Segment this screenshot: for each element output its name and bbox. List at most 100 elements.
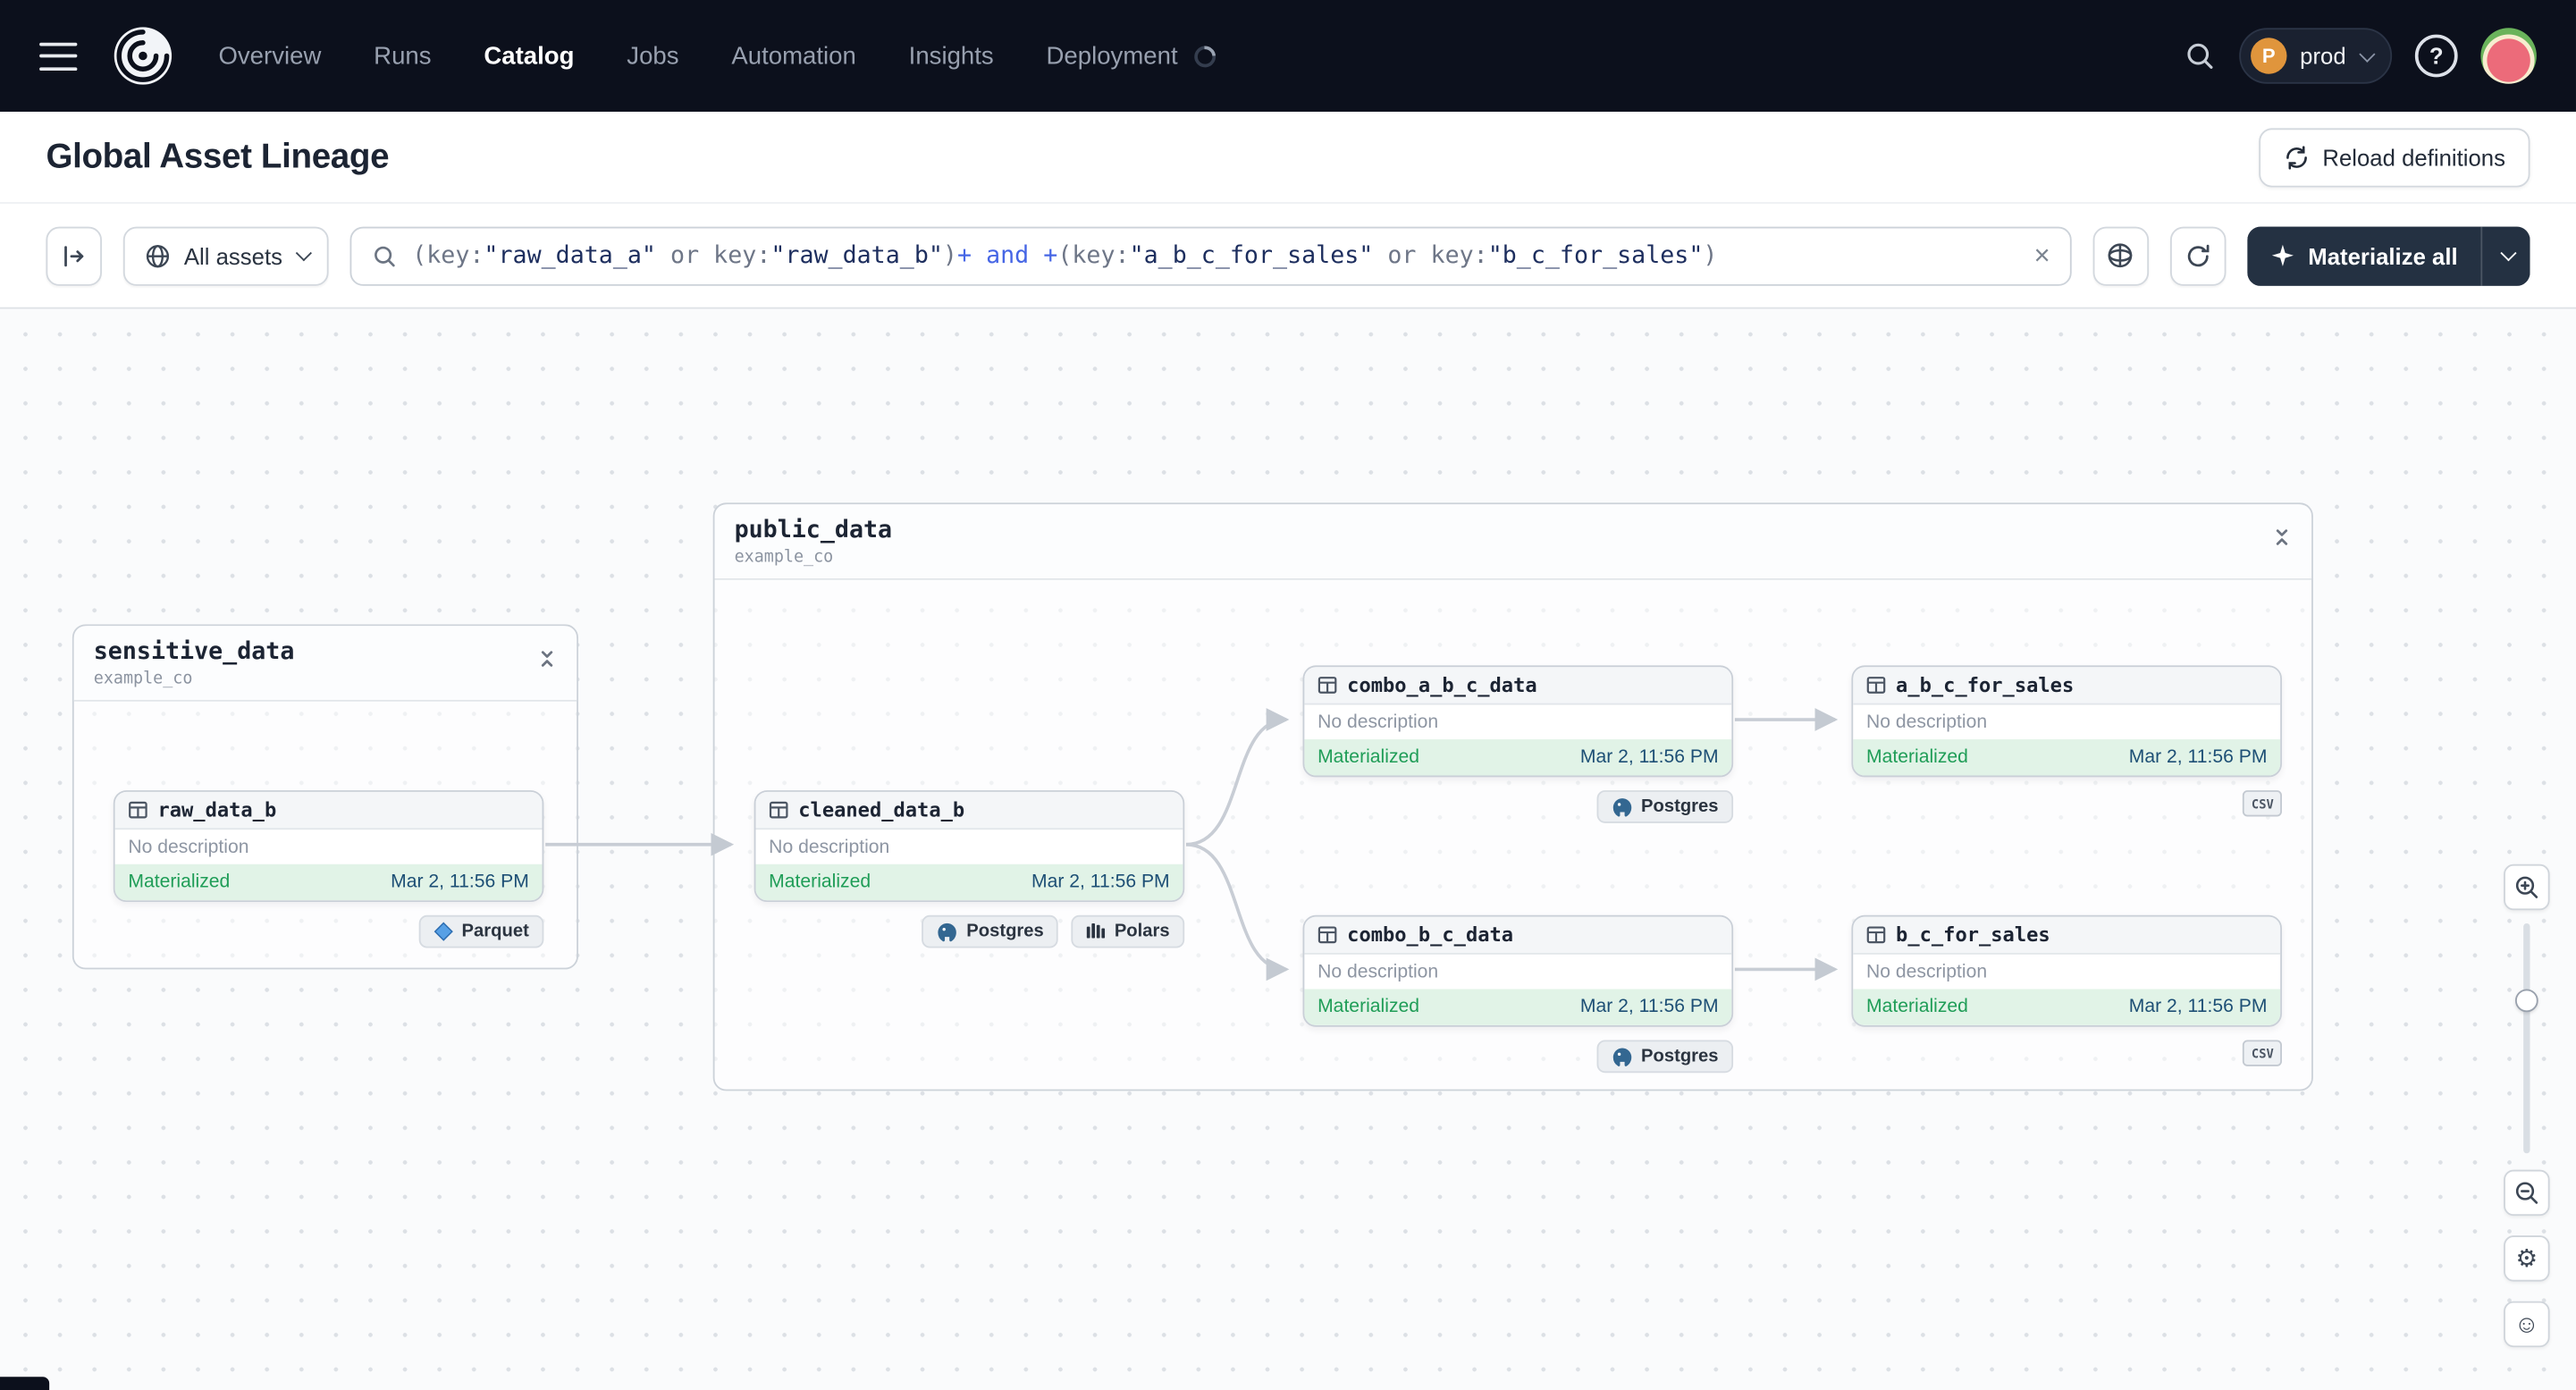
table-icon bbox=[1866, 926, 1886, 944]
lineage-canvas[interactable]: sensitive_data example_co raw_data_b No … bbox=[0, 308, 2576, 1390]
asset-tags: csv bbox=[1851, 790, 2282, 817]
zoom-slider[interactable] bbox=[2504, 922, 2549, 1154]
chevron-down-icon bbox=[295, 245, 312, 262]
globe-lines-icon bbox=[2109, 243, 2134, 268]
status-timestamp: Mar 2, 11:56 PM bbox=[1579, 747, 1719, 768]
asset-description: No description bbox=[755, 830, 1183, 864]
status-timestamp: Mar 2, 11:56 PM bbox=[2128, 747, 2268, 768]
group-header: sensitive_data example_co bbox=[73, 626, 577, 702]
asset-name: b_c_for_sales bbox=[1896, 922, 2050, 947]
asset-node-wrapper: raw_data_b No description Materialized M… bbox=[113, 790, 544, 948]
group-title: sensitive_data bbox=[93, 638, 295, 666]
table-icon bbox=[1866, 677, 1886, 694]
asset-name: combo_b_c_data bbox=[1347, 922, 1514, 947]
tag-postgres[interactable]: Postgres bbox=[1596, 1040, 1734, 1074]
asset-node-b-c-for-sales[interactable]: b_c_for_sales No description Materialize… bbox=[1851, 914, 2282, 1027]
hamburger-menu-button[interactable] bbox=[39, 41, 78, 71]
collapse-group-button[interactable] bbox=[534, 645, 560, 677]
group-sensitive-data: sensitive_data example_co raw_data_b No … bbox=[72, 624, 578, 970]
status-badge: Materialized bbox=[1317, 997, 1420, 1017]
refresh-button[interactable] bbox=[2169, 225, 2227, 285]
status-timestamp: Mar 2, 11:56 PM bbox=[2128, 997, 2268, 1017]
asset-search-input[interactable]: (key:"raw_data_a" or key:"raw_data_b")+ … bbox=[349, 225, 2072, 285]
canvas-controls: ⚙ ☺ bbox=[2504, 863, 2550, 1348]
lineage-toolbar: All assets (key:"raw_data_a" or key:"raw… bbox=[0, 203, 2576, 309]
group-header: public_data example_co bbox=[714, 504, 2312, 580]
tag-postgres[interactable]: Postgres bbox=[1596, 790, 1734, 823]
chevron-down-icon bbox=[2359, 45, 2376, 62]
page-header: Global Asset Lineage Reload definitions bbox=[0, 111, 2576, 204]
polars-icon bbox=[1087, 922, 1106, 939]
nav-item-insights[interactable]: Insights bbox=[909, 42, 994, 70]
table-icon bbox=[1317, 677, 1337, 694]
asset-description: No description bbox=[1304, 704, 1732, 740]
nav-item-deployment[interactable]: Deployment bbox=[1047, 42, 1178, 70]
asset-node-a-b-c-for-sales[interactable]: a_b_c_for_sales No description Materiali… bbox=[1851, 665, 2282, 778]
tag-polars[interactable]: Polars bbox=[1072, 914, 1185, 948]
sparkle-icon bbox=[2271, 244, 2294, 266]
nav-item-runs[interactable]: Runs bbox=[374, 42, 431, 70]
asset-name: a_b_c_for_sales bbox=[1896, 673, 2075, 697]
status-badge: Materialized bbox=[1865, 747, 1968, 768]
asset-node-combo-b-c-data[interactable]: combo_b_c_data No description Materializ… bbox=[1302, 914, 1734, 1027]
status-badge: Materialized bbox=[1317, 747, 1420, 768]
zoom-in-button[interactable] bbox=[2504, 863, 2550, 911]
loading-spinner-icon bbox=[1190, 40, 1220, 72]
deployment-switcher[interactable]: P prod bbox=[2239, 28, 2393, 84]
user-avatar[interactable] bbox=[2480, 28, 2537, 84]
nav-item-catalog[interactable]: Catalog bbox=[484, 42, 574, 70]
chevron-down-icon bbox=[2500, 245, 2517, 262]
nav-item-overview[interactable]: Overview bbox=[218, 42, 321, 70]
csv-icon[interactable]: csv bbox=[2243, 790, 2282, 817]
asset-tags: Parquet bbox=[114, 914, 544, 948]
zoom-in-icon bbox=[2515, 876, 2538, 898]
asset-node-cleaned-data-b[interactable]: cleaned_data_b No description Materializ… bbox=[753, 790, 1185, 903]
asset-name: combo_a_b_c_data bbox=[1347, 673, 1537, 697]
asset-tags: Postgres bbox=[1303, 1040, 1734, 1074]
nav-item-automation[interactable]: Automation bbox=[731, 42, 855, 70]
search-button[interactable] bbox=[2184, 39, 2217, 72]
tag-parquet[interactable]: Parquet bbox=[418, 914, 544, 948]
materialize-all-split-button: Materialize all bbox=[2247, 225, 2530, 285]
asset-node-raw-data-b[interactable]: raw_data_b No description Materialized M… bbox=[113, 790, 544, 903]
asset-name: cleaned_data_b bbox=[798, 798, 965, 821]
clear-search-button[interactable]: × bbox=[2033, 241, 2050, 269]
table-icon bbox=[129, 801, 147, 819]
status-timestamp: Mar 2, 11:56 PM bbox=[1031, 872, 1170, 893]
group-title: public_data bbox=[734, 517, 893, 544]
asset-description: No description bbox=[1853, 704, 2281, 740]
dagster-app: Overview Runs Catalog Jobs Automation In… bbox=[0, 0, 2576, 1390]
nav-item-jobs[interactable]: Jobs bbox=[627, 42, 678, 70]
feedback-button[interactable]: ☺ bbox=[2504, 1301, 2550, 1348]
globe-icon bbox=[146, 244, 170, 267]
csv-icon[interactable]: csv bbox=[2243, 1040, 2282, 1066]
postgres-icon bbox=[1612, 1047, 1632, 1066]
graph-settings-button[interactable]: ⚙ bbox=[2504, 1235, 2550, 1282]
open-panel-button[interactable] bbox=[46, 225, 102, 285]
materialize-options-button[interactable] bbox=[2480, 225, 2530, 285]
dagster-logo-icon[interactable] bbox=[110, 23, 176, 89]
search-icon bbox=[2187, 43, 2213, 69]
deployment-name: prod bbox=[2300, 42, 2346, 70]
asset-node-combo-a-b-c-data[interactable]: combo_a_b_c_data No description Material… bbox=[1302, 665, 1734, 778]
help-button[interactable]: ? bbox=[2414, 34, 2458, 78]
parquet-icon bbox=[434, 922, 453, 941]
open-panel-icon bbox=[64, 245, 84, 266]
collapse-group-button[interactable] bbox=[2269, 524, 2294, 555]
asset-filter-select[interactable]: All assets bbox=[122, 225, 329, 285]
table-icon bbox=[769, 801, 788, 819]
gear-icon: ⚙ bbox=[2515, 1244, 2538, 1273]
tag-postgres[interactable]: Postgres bbox=[922, 914, 1059, 948]
asset-name: raw_data_b bbox=[157, 798, 277, 821]
zoom-slider-track[interactable] bbox=[2523, 922, 2530, 1154]
materialize-all-button[interactable]: Materialize all bbox=[2247, 225, 2481, 285]
reload-definitions-button[interactable]: Reload definitions bbox=[2258, 127, 2530, 187]
postgres-icon bbox=[938, 922, 957, 941]
reload-icon bbox=[2286, 145, 2307, 169]
zoom-slider-handle[interactable] bbox=[2514, 989, 2538, 1013]
status-timestamp: Mar 2, 11:56 PM bbox=[1579, 997, 1719, 1017]
graph-display-settings-button[interactable] bbox=[2092, 225, 2150, 285]
group-subtitle: example_co bbox=[734, 548, 834, 568]
asset-status-row: Materialized Mar 2, 11:56 PM bbox=[1304, 739, 1732, 776]
zoom-out-button[interactable] bbox=[2504, 1169, 2550, 1217]
